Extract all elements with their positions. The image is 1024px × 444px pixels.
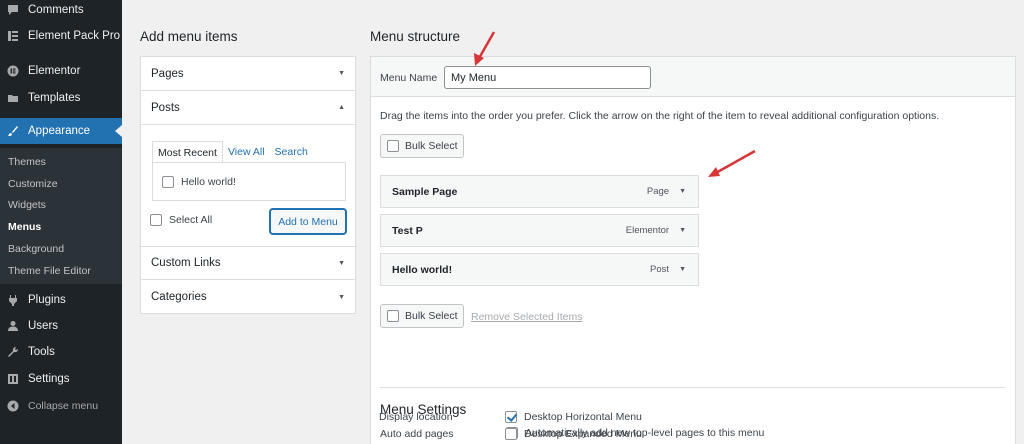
add-menu-items-panel: Pages ▼ Posts ▲ Most Recent View All Sea… [140, 56, 356, 314]
bulk-select-label: Bulk Select [405, 310, 458, 322]
menu-name-input[interactable] [444, 66, 651, 89]
folder-icon [6, 91, 20, 105]
accordion-custom-links[interactable]: Custom Links ▼ [141, 246, 355, 280]
accordion-title: Pages [151, 67, 184, 80]
menu-item[interactable]: Sample Page Page ▼ [380, 175, 699, 208]
brush-icon [6, 124, 20, 138]
sidebar-item-label: Tools [28, 346, 55, 358]
caret-down-icon[interactable]: ▼ [679, 188, 686, 195]
menu-item[interactable]: Test P Elementor ▼ [380, 214, 699, 247]
user-icon [6, 319, 20, 333]
sidebar-item-label: Collapse menu [28, 400, 99, 412]
select-all-label: Select All [169, 214, 213, 226]
accordion-posts[interactable]: Posts ▲ [141, 91, 355, 125]
sidebar-item-label: Settings [28, 373, 70, 385]
display-location-label: Display location [379, 411, 453, 423]
settings-icon [6, 372, 20, 386]
bulk-select-checkbox[interactable] [387, 140, 399, 152]
admin-sidebar: Comments Element Pack Pro Elementor Temp… [0, 0, 122, 444]
sidebar-item-settings[interactable]: Settings [0, 367, 122, 391]
bulk-select-checkbox[interactable] [387, 310, 399, 322]
submenu-item-menus[interactable]: Menus [8, 221, 41, 233]
wrench-icon [6, 345, 20, 359]
menu-item-type: Elementor [625, 225, 670, 236]
menu-item-title: Hello world! [392, 263, 453, 276]
post-label: Hello world! [181, 175, 236, 188]
submenu-item-background[interactable]: Background [8, 243, 64, 255]
sidebar-item-plugins[interactable]: Plugins [0, 288, 122, 312]
sidebar-item-label: Users [28, 320, 59, 332]
sidebar-item-comments[interactable]: Comments [0, 0, 122, 22]
sidebar-item-elementor[interactable]: Elementor [0, 59, 122, 83]
menu-edit-body: Drag the items into the order you prefer… [371, 97, 1015, 444]
location-option-desktop-horizontal[interactable]: Desktop Horizontal Menu [505, 411, 642, 423]
menu-structure-title: Menu structure [370, 29, 461, 44]
caret-down-icon: ▼ [338, 293, 345, 301]
sidebar-item-appearance[interactable]: Appearance [0, 118, 122, 144]
sidebar-item-label: Templates [28, 92, 81, 104]
sidebar-item-templates[interactable]: Templates [0, 86, 122, 110]
menu-item-title: Test P [392, 224, 423, 237]
sidebar-collapse-menu[interactable]: Collapse menu [0, 394, 122, 418]
submenu-item-themes[interactable]: Themes [8, 156, 46, 168]
menu-name-label: Menu Name [380, 72, 438, 84]
plugin-icon [6, 293, 20, 307]
sidebar-item-tools[interactable]: Tools [0, 340, 122, 364]
posts-list: Hello world! [152, 162, 346, 201]
add-to-menu-button[interactable]: Add to Menu [270, 209, 346, 234]
menu-item-type: Post [650, 264, 670, 275]
sidebar-item-users[interactable]: Users [0, 314, 122, 338]
post-checkbox[interactable] [162, 175, 174, 188]
appearance-submenu: Themes Customize Widgets Menus Backgroun… [0, 148, 122, 284]
location-option-desktop-expanded[interactable]: Desktop Expanded Menu [505, 428, 642, 440]
sidebar-item-label: Elementor [28, 65, 81, 77]
select-all-checkbox[interactable] [150, 214, 162, 226]
divider [380, 387, 1005, 388]
posts-tabs: Most Recent View All Search [152, 141, 313, 163]
menu-item-type: Page [646, 186, 670, 197]
accordion-title: Posts [151, 101, 180, 114]
caret-down-icon[interactable]: ▼ [679, 266, 686, 273]
sidebar-item-label: Appearance [28, 125, 91, 137]
tab-search[interactable]: Search [270, 141, 313, 163]
caret-down-icon[interactable]: ▼ [679, 227, 686, 234]
accordion-categories[interactable]: Categories ▼ [141, 280, 355, 314]
location-checkbox[interactable] [505, 428, 517, 440]
remove-selected-items-link[interactable]: Remove Selected Items [471, 311, 582, 323]
tab-view-all[interactable]: View All [223, 141, 270, 163]
location-label: Desktop Expanded Menu [524, 428, 642, 440]
element-pack-icon [6, 29, 20, 43]
sidebar-item-label: Plugins [28, 294, 66, 306]
auto-add-pages-label: Auto add pages [380, 428, 454, 440]
menu-item[interactable]: Hello world! Post ▼ [380, 253, 699, 286]
drag-instructions: Drag the items into the order you prefer… [380, 110, 940, 122]
caret-up-icon: ▲ [338, 104, 345, 111]
menu-item-title: Sample Page [392, 185, 458, 198]
bulk-select-top[interactable]: Bulk Select [380, 134, 464, 158]
elementor-icon [6, 64, 20, 78]
add-menu-items-title: Add menu items [140, 29, 238, 44]
bulk-select-bottom[interactable]: Bulk Select [380, 304, 464, 328]
accordion-pages[interactable]: Pages ▼ [141, 57, 355, 91]
select-all[interactable]: Select All [150, 214, 212, 226]
collapse-icon [6, 399, 20, 413]
bulk-select-label: Bulk Select [405, 140, 458, 152]
sidebar-item-element-pack-pro[interactable]: Element Pack Pro [0, 24, 122, 48]
caret-down-icon: ▼ [338, 70, 345, 77]
location-checkbox-checked[interactable] [505, 411, 517, 423]
accordion-title: Custom Links [151, 257, 221, 269]
sidebar-item-label: Comments [28, 4, 84, 16]
submenu-item-customize[interactable]: Customize [8, 178, 58, 190]
sidebar-item-label: Element Pack Pro [28, 30, 121, 42]
menu-name-bar: Menu Name [371, 57, 1015, 97]
menu-structure-panel: Menu Name Drag the items into the order … [370, 56, 1016, 444]
tab-most-recent[interactable]: Most Recent [152, 141, 223, 163]
location-label: Desktop Horizontal Menu [524, 411, 642, 423]
accordion-title: Categories [151, 291, 207, 303]
submenu-item-widgets[interactable]: Widgets [8, 199, 46, 211]
caret-down-icon: ▼ [338, 259, 345, 267]
comment-icon [6, 3, 20, 17]
submenu-item-theme-file-editor[interactable]: Theme File Editor [8, 265, 91, 277]
